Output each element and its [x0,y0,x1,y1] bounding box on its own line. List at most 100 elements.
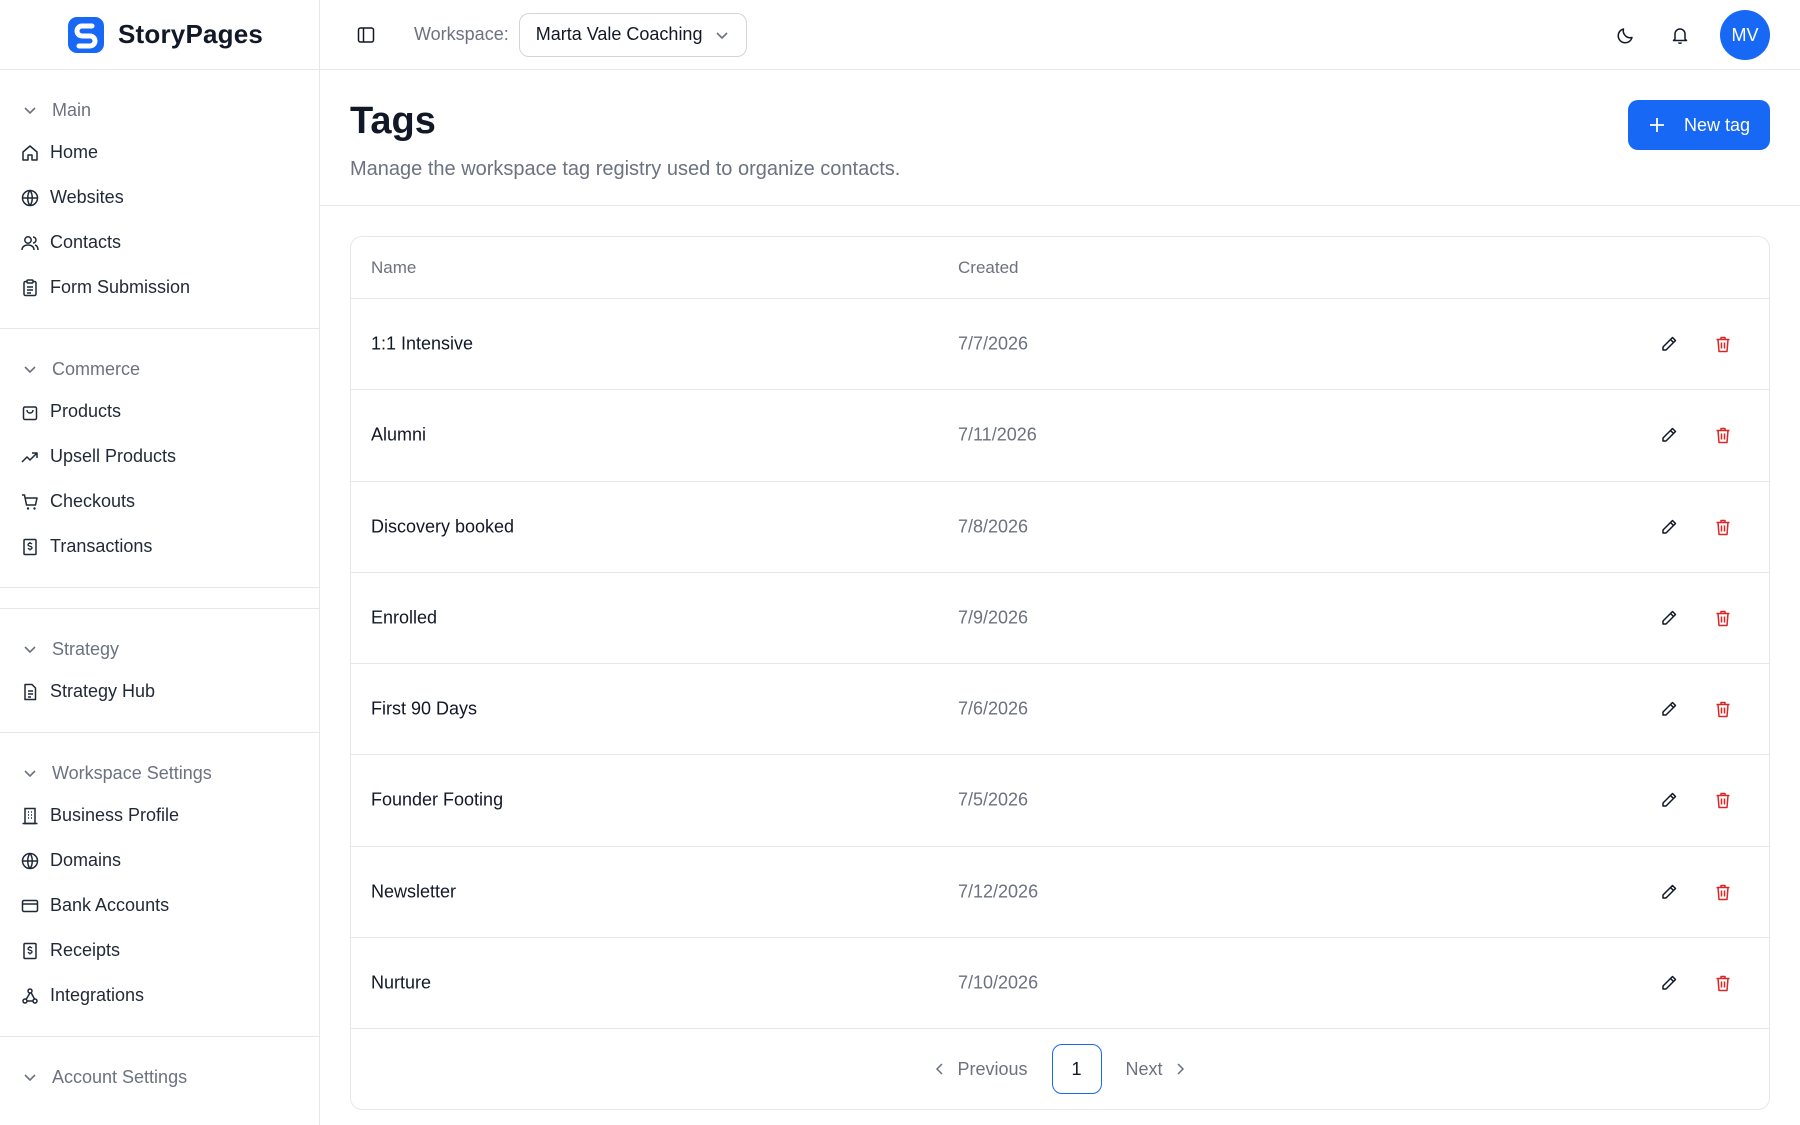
sidebar-item-transactions[interactable]: Transactions [0,524,319,569]
delete-button[interactable] [1709,330,1737,358]
page-title: Tags [350,100,436,142]
chevron-right-icon [1176,1063,1184,1075]
sidebar-item-domains[interactable]: Domains [0,838,319,883]
new-tag-button[interactable]: New tag [1627,100,1770,150]
receipt-icon [23,942,37,959]
group-toggle-main[interactable]: Main [0,90,319,130]
plus-icon [1649,118,1664,132]
sidebar-item-form-submission[interactable]: Form Submission [0,265,319,310]
trending-up-icon [21,451,38,463]
edit-button[interactable] [1655,604,1683,632]
sidebar-item-label: Upsell Products [50,446,177,466]
trash-icon [1716,336,1730,353]
tag-created-date: 7/6/2026 [958,698,1029,719]
group-toggle-strategy[interactable]: Strategy [0,629,319,669]
sidebar: StoryPages Main Home Websites Contacts F… [0,0,320,1125]
delete-button[interactable] [1709,513,1737,541]
trash-icon [1716,519,1730,535]
chevron-down-icon [24,107,36,115]
delete-button[interactable] [1709,604,1737,632]
edit-button[interactable] [1655,969,1683,997]
group-title: Commerce [52,358,141,379]
sidebar-item-contacts[interactable]: Contacts [0,220,319,265]
sidebar-item-integrations[interactable]: Integrations [0,973,319,1018]
page-subtitle: Manage the workspace tag registry used t… [350,158,901,180]
column-header-name: Name [371,258,417,277]
sidebar-item-strategy-hub[interactable]: Strategy Hub [0,669,319,714]
tag-name: Nurture [371,972,432,993]
table-row: First 90 Days 7/6/2026 [351,664,1769,756]
globe-icon [21,189,39,206]
users-icon [21,235,39,250]
sidebar-item-websites[interactable]: Websites [0,175,319,220]
notifications-button[interactable] [1660,15,1700,55]
sidebar-toggle-button[interactable] [352,21,380,49]
credit-card-icon [21,899,39,912]
edit-button[interactable] [1655,786,1683,814]
sidebar-item-checkouts[interactable]: Checkouts [0,479,319,524]
trash-icon [1716,428,1730,444]
sidebar-item-upsell-products[interactable]: Upsell Products [0,434,319,479]
user-avatar[interactable]: MV [1720,10,1770,60]
sidebar-item-business-profile[interactable]: Business Profile [0,793,319,838]
nav-group-commerce: Commerce Products Upsell Products Checko… [0,329,319,588]
workspace-select[interactable]: Marta Vale Coaching [518,12,748,57]
clipboard-icon [23,278,37,296]
sidebar-item-label: Websites [50,187,124,207]
pencil-icon [1662,336,1677,351]
pencil-icon [1662,975,1677,990]
group-toggle-account-settings[interactable]: Account Settings [0,1057,319,1097]
pagination: Previous 1 Next [351,1029,1769,1109]
previous-page-button[interactable]: Previous [933,1058,1028,1080]
sidebar-item-label: Business Profile [50,805,180,825]
building-icon [22,807,38,824]
new-tag-button-label: New tag [1683,114,1750,135]
pencil-icon [1662,884,1677,899]
delete-button[interactable] [1709,421,1737,449]
sidebar-item-label: Strategy Hub [50,681,156,701]
sidebar-item-label: Form Submission [50,277,191,297]
delete-button[interactable] [1709,695,1737,723]
tag-created-date: 7/7/2026 [958,333,1029,354]
trash-icon [1716,701,1730,718]
sidebar-item-home[interactable]: Home [0,130,319,175]
table-row: Founder Footing 7/5/2026 [351,755,1769,847]
sidebar-item-receipts[interactable]: Receipts [0,928,319,973]
group-toggle-workspace-settings[interactable]: Workspace Settings [0,753,319,793]
group-title: Workspace Settings [52,762,212,783]
column-header-created: Created [958,258,1019,277]
delete-button[interactable] [1709,969,1737,997]
next-page-button[interactable]: Next [1126,1059,1187,1080]
pencil-icon [1662,793,1677,808]
group-toggle-commerce[interactable]: Commerce [0,349,319,389]
page-number-button[interactable]: 1 [1051,1044,1102,1094]
trash-icon [1716,884,1730,900]
theme-toggle-button[interactable] [1606,15,1646,55]
nav-group-main: Main Home Websites Contacts Form Submiss… [0,70,319,329]
delete-button[interactable] [1709,786,1737,814]
document-icon [24,683,37,700]
page-header: Tags Manage the workspace tag registry u… [320,70,1800,206]
bell-icon [1672,28,1688,45]
nav-group-workspace-settings: Workspace Settings Business Profile Doma… [0,733,319,1037]
table-row: Discovery booked 7/8/2026 [351,482,1769,573]
receipt-icon [23,538,37,555]
previous-label: Previous [957,1058,1028,1079]
shopping-bag-icon [22,405,38,420]
edit-button[interactable] [1655,421,1683,449]
trash-icon [1716,975,1730,992]
tags-table: Name Created 1:1 Intensive 7/7/2026 Alum… [350,236,1770,1110]
sidebar-item-bank-accounts[interactable]: Bank Accounts [0,883,319,928]
sidebar-item-products[interactable]: Products [0,389,319,434]
edit-button[interactable] [1655,878,1683,906]
tag-name: Discovery booked [371,516,515,537]
main-content: Tags Manage the workspace tag registry u… [320,70,1800,1125]
tag-name: Founder Footing [371,789,504,810]
topbar: Workspace: Marta Vale Coaching MV [320,0,1800,70]
delete-button[interactable] [1709,878,1737,906]
pencil-icon [1662,519,1677,534]
edit-button[interactable] [1655,695,1683,723]
edit-button[interactable] [1655,513,1683,541]
brand[interactable]: StoryPages [0,0,319,70]
edit-button[interactable] [1655,330,1683,358]
